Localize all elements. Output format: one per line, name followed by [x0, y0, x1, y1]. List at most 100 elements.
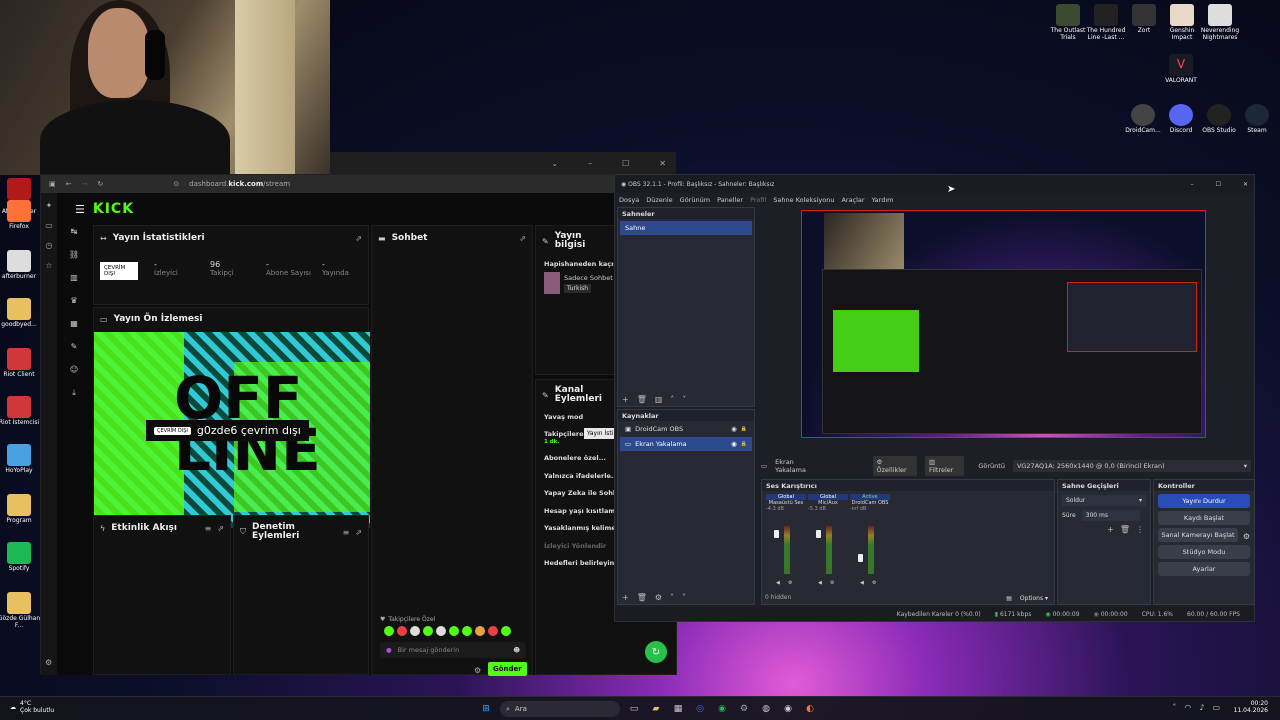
- desktop-icon[interactable]: Steam: [1234, 104, 1280, 135]
- control-button[interactable]: Sanal Kamerayı Başlat: [1158, 528, 1238, 542]
- eye-icon[interactable]: ◉: [731, 440, 737, 448]
- clock[interactable]: 00:20 11.04.2026: [1234, 700, 1268, 714]
- source-settings-icon[interactable]: ⚙: [655, 593, 662, 602]
- transition-menu-icon[interactable]: ⋮: [1136, 525, 1144, 534]
- chat-input[interactable]: ● Bir mesaj gönderin ☻: [380, 642, 526, 658]
- control-button[interactable]: Kaydı Başlat: [1158, 511, 1250, 525]
- emote-icon[interactable]: [397, 626, 407, 636]
- scene-down-icon[interactable]: ˅: [682, 395, 686, 404]
- wrench-icon[interactable]: ✎: [71, 342, 78, 351]
- desktop-icon[interactable]: Riot Client: [0, 348, 42, 379]
- gear-icon[interactable]: ⚙: [872, 580, 876, 586]
- source-item[interactable]: ▣ DroidCam OBS ◉ 🔒: [620, 422, 752, 436]
- send-button[interactable]: Gönder: [488, 662, 527, 676]
- tray-chevron-icon[interactable]: ˄: [1172, 703, 1176, 712]
- eye-icon[interactable]: ◉: [731, 425, 737, 433]
- discord-taskbar-icon[interactable]: ◎: [692, 701, 708, 717]
- emote-icon[interactable]: [410, 626, 420, 636]
- url-field[interactable]: dashboard.kick.com/stream: [189, 180, 290, 188]
- gear-icon[interactable]: ⚙: [788, 580, 792, 586]
- desktop-icon[interactable]: Firefox: [0, 200, 42, 231]
- moderation-filter-icon[interactable]: ≡: [343, 528, 350, 537]
- volume-slider[interactable]: [774, 530, 779, 538]
- emote-icon[interactable]: [488, 626, 498, 636]
- scene-up-icon[interactable]: ˄: [670, 395, 674, 404]
- obs-menu-item[interactable]: Düzenle: [646, 196, 672, 204]
- start-icon[interactable]: ⊞: [478, 701, 494, 717]
- scene-item[interactable]: Sahne: [620, 221, 752, 235]
- properties-button[interactable]: ⚙ Özellikler: [872, 456, 918, 476]
- desktop-icon[interactable]: Program: [0, 494, 42, 525]
- control-button[interactable]: Stüdyo Modu: [1158, 545, 1250, 559]
- close-icon[interactable]: ✕: [659, 159, 666, 168]
- popout-icon[interactable]: ⇗: [355, 234, 362, 243]
- remove-source-icon[interactable]: 🗑: [637, 593, 647, 602]
- desktop-icon[interactable]: V VALORANT: [1158, 54, 1204, 85]
- obs-taskbar-icon[interactable]: ◉: [780, 701, 796, 717]
- wifi-icon[interactable]: ◠: [1184, 703, 1191, 712]
- moderation-popout-icon[interactable]: ⇗: [355, 528, 362, 537]
- add-scene-icon[interactable]: +: [622, 395, 629, 404]
- obs-preview-canvas[interactable]: [801, 210, 1206, 438]
- lock-icon[interactable]: 🔒: [741, 426, 747, 432]
- transition-select[interactable]: Soldur ▾: [1062, 495, 1146, 506]
- desktop-icon[interactable]: Neverending Nightmares: [1198, 4, 1242, 42]
- desktop-icon[interactable]: goodbyed...: [0, 298, 42, 329]
- trophy-icon[interactable]: ♛: [70, 296, 77, 305]
- explorer-icon[interactable]: ▰: [648, 701, 664, 717]
- control-button[interactable]: Ayarlar: [1158, 562, 1250, 576]
- obs-menu-item[interactable]: Sahne Koleksiyonu: [773, 196, 834, 204]
- virtual-cam-settings-icon[interactable]: ⚙: [1243, 532, 1250, 541]
- scene-filter-icon[interactable]: ▥: [655, 395, 663, 404]
- emote-icon[interactable]: [423, 626, 433, 636]
- download-icon[interactable]: ⤓: [72, 388, 76, 398]
- firefox-taskbar-icon[interactable]: ◐: [802, 701, 818, 717]
- chat-popout-icon[interactable]: ⇗: [519, 234, 526, 243]
- history-icon[interactable]: ◷: [46, 241, 53, 250]
- chat-settings-icon[interactable]: ⚙: [474, 666, 481, 675]
- volume-icon[interactable]: ♪: [1199, 703, 1204, 712]
- lock-icon[interactable]: 🔒: [741, 441, 747, 447]
- analytics-icon[interactable]: ▥: [70, 273, 78, 282]
- obs-menu-item[interactable]: Yardım: [872, 196, 894, 204]
- source-down-icon[interactable]: ˅: [682, 593, 686, 602]
- spotify-taskbar-icon[interactable]: ◉: [714, 701, 730, 717]
- layout-icon[interactable]: ▦: [70, 319, 78, 328]
- obs-menu-item[interactable]: Araçlar: [841, 196, 864, 204]
- obs-menu-item[interactable]: Görünüm: [680, 196, 710, 204]
- display-select[interactable]: VG27AQ1A: 2560x1440 @ 0,0 (Birincil Ekra…: [1012, 460, 1251, 472]
- ai-icon[interactable]: ✦: [46, 201, 53, 210]
- weather-widget[interactable]: ☁ 4°C Çok bulutlu: [10, 700, 54, 714]
- emote-icon[interactable]: [436, 626, 446, 636]
- forward-icon[interactable]: →: [82, 180, 88, 188]
- hamburger-menu-icon[interactable]: ☰: [75, 203, 85, 216]
- expand-icon[interactable]: ↹: [71, 227, 78, 236]
- speaker-icon[interactable]: ◀: [818, 580, 822, 586]
- task-view-icon[interactable]: ▭: [626, 701, 642, 717]
- chevron-down-icon[interactable]: ⌄: [551, 159, 558, 168]
- site-info-icon[interactable]: ⊙: [173, 180, 179, 188]
- sidebar-toggle-icon[interactable]: ▣: [49, 180, 56, 188]
- volume-slider[interactable]: [858, 554, 863, 562]
- users-icon[interactable]: ☺: [70, 365, 78, 374]
- obs-menu-item[interactable]: Dosya: [619, 196, 639, 204]
- mic-icon[interactable]: ●: [386, 646, 392, 654]
- back-icon[interactable]: ←: [66, 180, 72, 188]
- chrome-taskbar-icon[interactable]: ◍: [758, 701, 774, 717]
- emote-icon[interactable]: [475, 626, 485, 636]
- desktop-icon[interactable]: Gözde Gülhan F...: [0, 592, 42, 630]
- reload-icon[interactable]: ↻: [97, 180, 103, 188]
- remove-transition-icon[interactable]: 🗑: [1120, 525, 1130, 534]
- obs-close-icon[interactable]: ✕: [1243, 181, 1248, 188]
- battery-icon[interactable]: ▭: [1212, 703, 1220, 712]
- desktop-icon[interactable]: Riot İstemcisi: [0, 396, 42, 427]
- obs-menu-item[interactable]: Profil: [750, 196, 766, 204]
- filter-icon[interactable]: ≡: [205, 524, 212, 533]
- minimize-icon[interactable]: –: [588, 159, 592, 168]
- filters-button[interactable]: ▥ Filtreler: [925, 456, 965, 476]
- settings-icon[interactable]: ⚙: [45, 658, 52, 667]
- taskbar-search[interactable]: ⌕ Ara: [500, 701, 620, 717]
- maximize-icon[interactable]: ☐: [622, 159, 629, 168]
- source-up-icon[interactable]: ˄: [670, 593, 674, 602]
- mixer-options-button[interactable]: Options ▾: [1020, 595, 1048, 602]
